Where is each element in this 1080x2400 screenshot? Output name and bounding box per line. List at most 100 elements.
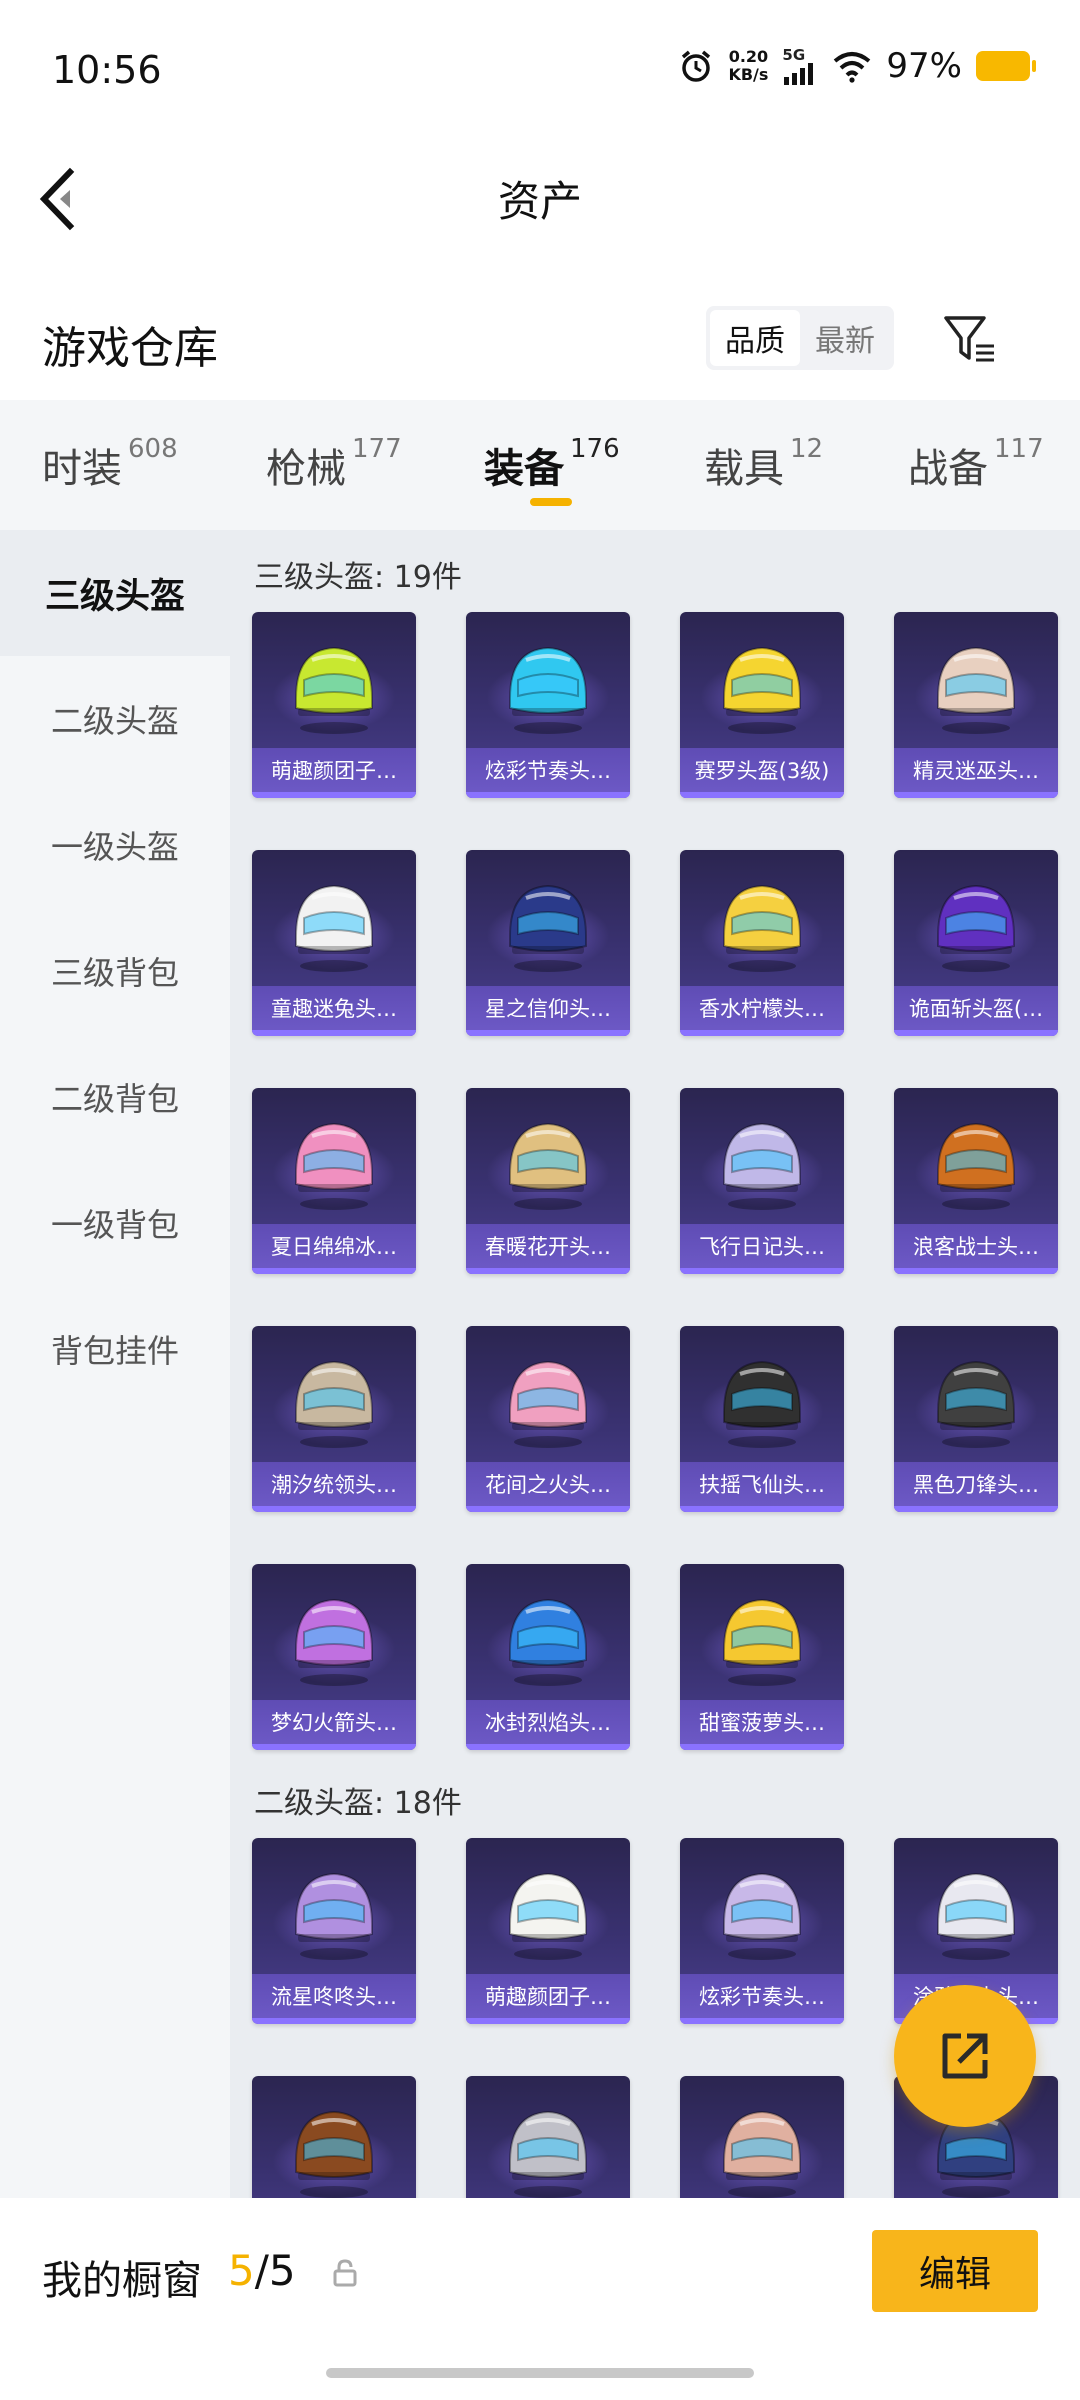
sort-by-newest[interactable]: 最新 — [800, 310, 890, 366]
helmet-image — [714, 1350, 810, 1450]
item-card[interactable] — [466, 2076, 630, 2198]
item-card[interactable]: 扶摇飞仙头… — [680, 1326, 844, 1512]
item-card[interactable]: 精灵迷巫头… — [894, 612, 1058, 798]
helmet-image — [714, 1862, 810, 1962]
item-name: 精灵迷巫头… — [894, 748, 1058, 792]
helmet-image — [714, 1112, 810, 1212]
tab-vehicles[interactable]: 载具 12 — [704, 434, 824, 494]
sidebar-item-level2-backpack[interactable]: 二级背包 — [0, 1034, 230, 1160]
item-card[interactable]: 流星咚咚头… — [252, 1838, 416, 2024]
item-name: 萌趣颜团子… — [252, 748, 416, 792]
signal-icon — [784, 63, 814, 85]
item-card[interactable]: 春暖花开头… — [466, 1088, 630, 1274]
item-name-text: 炫彩节奏头… — [699, 1985, 825, 2009]
helmet-image — [714, 874, 810, 974]
sidebar-item-level3-helmet[interactable]: 三级头盔 — [0, 530, 230, 656]
card-footer-stripe — [466, 792, 630, 798]
item-card[interactable]: 童趣迷兔头… — [252, 850, 416, 1036]
card-footer-stripe — [466, 1506, 630, 1512]
tab-weapons[interactable]: 枪械 177 — [266, 434, 402, 494]
card-footer-stripe — [252, 1506, 416, 1512]
tab-fashion[interactable]: 时装 608 — [42, 434, 178, 494]
tab-label: 战备 — [908, 446, 988, 492]
nav-bar: 资产 — [0, 140, 1080, 260]
tab-label: 载具 — [704, 446, 784, 492]
item-name-text: 浪客战士头… — [913, 1235, 1039, 1259]
sidebar-item-level1-backpack[interactable]: 一级背包 — [0, 1160, 230, 1286]
item-name-text: 赛罗头盔(3级) — [694, 759, 830, 783]
helmet-image — [500, 1588, 596, 1688]
item-name: 童趣迷兔头… — [252, 986, 416, 1030]
helmet-image — [714, 1588, 810, 1688]
warehouse-title: 游戏仓库 — [42, 323, 218, 374]
item-card[interactable]: 萌趣颜团子… — [466, 1838, 630, 2024]
warehouse-header: 游戏仓库 品质 最新 — [0, 290, 1080, 390]
tab-label: 时装 — [42, 446, 122, 492]
item-name-text: 童趣迷兔头… — [271, 997, 397, 1021]
item-name-text: 黑色刀锋头… — [913, 1473, 1039, 1497]
tab-count: 12 — [790, 434, 824, 464]
tab-count: 608 — [128, 434, 178, 464]
item-card[interactable]: 萌趣颜团子… — [252, 612, 416, 798]
tab-supplies[interactable]: 战备 117 — [908, 434, 1044, 494]
item-name: 萌趣颜团子… — [466, 1974, 630, 2018]
share-button[interactable] — [894, 1985, 1036, 2127]
item-grid-area: 三级头盔: 19件 萌趣颜团子… 炫彩节奏头… 赛罗头盔(3级) 精灵迷巫头… 童趣迷兔… — [230, 530, 1080, 2198]
item-card[interactable]: 花间之火头… — [466, 1326, 630, 1512]
item-card[interactable]: 夏日绵绵冰… — [252, 1088, 416, 1274]
item-name-text: 炫彩节奏头… — [485, 759, 611, 783]
helmet-image — [286, 2100, 382, 2198]
item-card[interactable]: 梦幻火箭头… — [252, 1564, 416, 1750]
battery-percent: 97% — [886, 46, 962, 86]
helmet-image — [928, 636, 1024, 736]
sidebar-item-level3-backpack[interactable]: 三级背包 — [0, 908, 230, 1034]
item-card[interactable]: 赛罗头盔(3级) — [680, 612, 844, 798]
sidebar-item-backpack-charm[interactable]: 背包挂件 — [0, 1286, 230, 1412]
item-card[interactable]: 炫彩节奏头… — [466, 612, 630, 798]
wifi-icon — [834, 52, 871, 83]
helmet-image — [500, 2100, 596, 2198]
item-name-text: 精灵迷巫头… — [913, 759, 1039, 783]
item-card[interactable]: 香水柠檬头… — [680, 850, 844, 1036]
card-footer-stripe — [466, 2018, 630, 2024]
sidebar: 三级头盔 二级头盔 一级头盔 三级背包 二级背包 一级背包 背包挂件 — [0, 530, 230, 2198]
sidebar-item-level2-helmet[interactable]: 二级头盔 — [0, 656, 230, 782]
item-card[interactable]: 冰封烈焰头… — [466, 1564, 630, 1750]
filter-button[interactable] — [940, 308, 1000, 368]
item-card[interactable]: 星之信仰头… — [466, 850, 630, 1036]
item-name: 黑色刀锋头… — [894, 1462, 1058, 1506]
item-card[interactable]: 飞行日记头… — [680, 1088, 844, 1274]
item-name-text: 飞行日记头… — [699, 1235, 825, 1259]
item-card[interactable] — [252, 2076, 416, 2198]
sort-by-quality[interactable]: 品质 — [710, 310, 800, 366]
item-card[interactable]: 黑色刀锋头… — [894, 1326, 1058, 1512]
tab-label: 枪械 — [266, 446, 346, 492]
card-footer-stripe — [680, 1030, 844, 1036]
card-footer-stripe — [252, 1744, 416, 1750]
net-speed-value: 0.20 — [728, 47, 769, 66]
status-bar: 10:56 0.20 KB/s 5G 97% — [0, 0, 1080, 140]
showcase-total: /5 — [254, 2246, 296, 2295]
sort-toggle: 品质 最新 — [706, 306, 894, 370]
item-name: 花间之火头… — [466, 1462, 630, 1506]
item-card[interactable]: 炫彩节奏头… — [680, 1838, 844, 2024]
card-footer-stripe — [680, 2018, 844, 2024]
tab-equipment[interactable]: 装备 176 — [484, 434, 620, 494]
card-footer-stripe — [680, 1744, 844, 1750]
helmet-image — [928, 1350, 1024, 1450]
battery-icon — [976, 51, 1036, 81]
item-card[interactable]: 诡面斩头盔(… — [894, 850, 1058, 1036]
item-name: 浪客战士头… — [894, 1224, 1058, 1268]
helmet-image — [286, 1112, 382, 1212]
item-name: 冰封烈焰头… — [466, 1700, 630, 1744]
item-name-text: 花间之火头… — [485, 1473, 611, 1497]
item-card[interactable]: 浪客战士头… — [894, 1088, 1058, 1274]
item-name-text: 诡面斩头盔(… — [908, 997, 1044, 1021]
item-card[interactable]: 潮汐统领头… — [252, 1326, 416, 1512]
helmet-image — [928, 1862, 1024, 1962]
item-card[interactable] — [680, 2076, 844, 2198]
status-indicators: 0.20 KB/s 5G 97% — [678, 46, 1036, 86]
sidebar-item-level1-helmet[interactable]: 一级头盔 — [0, 782, 230, 908]
item-card[interactable]: 甜蜜菠萝头… — [680, 1564, 844, 1750]
edit-button[interactable]: 编辑 — [872, 2230, 1038, 2312]
